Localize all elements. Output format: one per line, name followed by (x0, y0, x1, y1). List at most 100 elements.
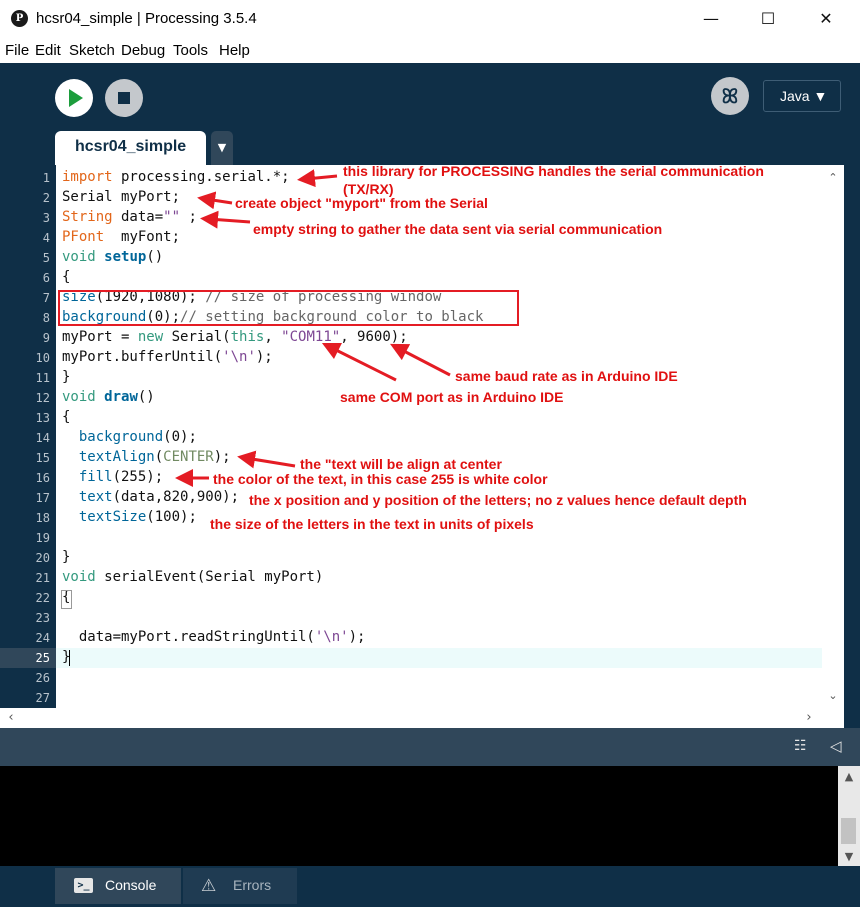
collapse-console-icon[interactable]: ◁ (830, 737, 850, 757)
warning-icon: ⚠ (201, 876, 217, 896)
processing-app-icon: P (11, 10, 28, 27)
menu-debug[interactable]: Debug (121, 42, 165, 59)
console-tab-label: Console (105, 877, 157, 893)
menu-tools[interactable]: Tools (173, 42, 208, 59)
console-tab[interactable]: >_ Console (55, 868, 181, 904)
console-scroll-thumb[interactable] (841, 818, 856, 844)
line-number: 2 (42, 191, 50, 205)
line-number: 11 (35, 371, 50, 385)
line-number: 24 (35, 631, 50, 645)
errors-tab-label: Errors (233, 877, 272, 893)
code-line-17: text(data,820,900); (78, 489, 240, 505)
line-number: 17 (35, 491, 50, 505)
annotation-baud-rate: same baud rate as in Arduino IDE (455, 368, 678, 384)
line-number: 15 (35, 451, 50, 465)
bracket-match-box (61, 590, 72, 609)
line-number: 12 (35, 391, 50, 405)
line-number: 6 (42, 271, 50, 285)
line-number: 19 (35, 531, 50, 545)
tab-hcsr04-simple[interactable]: hcsr04_simple (55, 131, 206, 165)
play-icon (69, 89, 83, 107)
code-line-12: void draw() (62, 389, 155, 405)
code-editor[interactable]: import processing.serial.*; Serial myPor… (56, 165, 822, 708)
line-number: 14 (35, 431, 50, 445)
line-number: 16 (35, 471, 50, 485)
console-scrollbar[interactable]: ▲ ▼ (838, 766, 860, 866)
scroll-down-icon[interactable]: ▼ (842, 850, 856, 864)
current-line-highlight (56, 648, 822, 668)
code-line-2: Serial myPort; (62, 189, 181, 205)
scroll-down-icon[interactable]: ⌄ (826, 689, 840, 703)
editor-horizontal-scrollbar[interactable]: ‹ › (0, 708, 844, 728)
window-title: hcsr04_simple | Processing 3.5.4 (36, 10, 257, 27)
menu-sketch[interactable]: Sketch (69, 42, 115, 59)
line-number: 26 (35, 671, 50, 685)
clipboard-icon[interactable]: ☷ (794, 738, 814, 758)
line-number: 7 (42, 291, 50, 305)
line-number: 4 (42, 231, 50, 245)
line-number: 9 (42, 331, 50, 345)
minimize-button[interactable]: — (688, 4, 734, 34)
scroll-up-icon[interactable]: ⌃ (826, 171, 840, 185)
code-line-1: import processing.serial.*; (62, 169, 290, 185)
line-number: 10 (35, 351, 50, 365)
chevron-down-icon: ▼ (217, 141, 227, 154)
code-line-21: void serialEvent(Serial myPort) (62, 569, 324, 585)
editor-vertical-scrollbar[interactable]: ⌃ ⌄ (822, 165, 844, 708)
annotation-com-port: same COM port as in Arduino IDE (340, 389, 564, 405)
close-window-button[interactable]: ✕ (803, 4, 849, 34)
annotation-serial-library: this library for PROCESSING handles the … (343, 163, 764, 179)
scroll-right-icon[interactable]: › (802, 710, 816, 725)
code-line-14: background(0); (78, 429, 197, 445)
code-line-4: PFont myFont; (62, 229, 181, 245)
console-output[interactable] (0, 766, 838, 866)
scroll-up-icon[interactable]: ▲ (842, 770, 856, 784)
code-line-6: { (62, 269, 71, 285)
menu-file[interactable]: File (5, 42, 29, 59)
line-number-gutter: 1 2 3 4 5 6 7 8 9 10 11 12 13 14 15 16 1… (0, 165, 56, 708)
tab-menu-button[interactable]: ▼ (211, 131, 233, 165)
code-line-24: data=myPort.readStringUntil('\n'); (62, 629, 366, 645)
code-line-3: String data="" ; (62, 209, 197, 225)
code-line-5: void setup() (62, 249, 164, 265)
line-number: 1 (42, 171, 50, 185)
menu-edit[interactable]: Edit (35, 42, 61, 59)
line-number: 13 (35, 411, 50, 425)
title-bar: P hcsr04_simple | Processing 3.5.4 — ☐ ✕ (0, 0, 860, 38)
annotation-empty-string: empty string to gather the data sent via… (253, 221, 663, 237)
line-number: 22 (35, 591, 50, 605)
bug-icon: ꕤ (721, 84, 739, 108)
line-number: 18 (35, 511, 50, 525)
code-line-20: } (62, 549, 71, 565)
maximize-button[interactable]: ☐ (745, 4, 791, 34)
code-line-15: textAlign(CENTER); (78, 449, 231, 465)
line-number: 8 (42, 311, 50, 325)
editor-right-edge (844, 165, 860, 728)
annotation-text-align: the "text will be align at center (300, 456, 502, 472)
stop-button[interactable] (105, 79, 143, 117)
menu-bar: File Edit Sketch Debug Tools Help (0, 38, 860, 63)
code-line-13: { (62, 409, 71, 425)
text-caret (69, 650, 70, 666)
code-line-16: fill(255); (78, 469, 164, 485)
mode-selector[interactable]: Java ▼ (763, 80, 841, 112)
line-number: 27 (35, 691, 50, 705)
errors-tab[interactable]: ⚠ Errors (183, 868, 297, 904)
tab-label: hcsr04_simple (75, 138, 187, 155)
annotation-text-position: the x position and y position of the let… (249, 492, 747, 508)
debug-button[interactable]: ꕤ (711, 77, 749, 115)
annotation-fill-color: the color of the text, in this case 255 … (213, 471, 548, 487)
line-number-current: 25 (35, 651, 50, 665)
line-number: 21 (35, 571, 50, 585)
line-number: 3 (42, 211, 50, 225)
line-number: 5 (42, 251, 50, 265)
menu-help[interactable]: Help (219, 42, 250, 59)
annotation-create-object: create object "myport" from the Serial (235, 195, 488, 211)
line-number: 23 (35, 611, 50, 625)
console-divider-bar[interactable]: ☷ ◁ (0, 728, 860, 766)
scroll-left-icon[interactable]: ‹ (4, 710, 18, 725)
run-button[interactable] (55, 79, 93, 117)
annotation-text-size: the size of the letters in the text in u… (210, 516, 534, 532)
highlight-box-annotation (58, 290, 519, 326)
line-number: 20 (35, 551, 50, 565)
